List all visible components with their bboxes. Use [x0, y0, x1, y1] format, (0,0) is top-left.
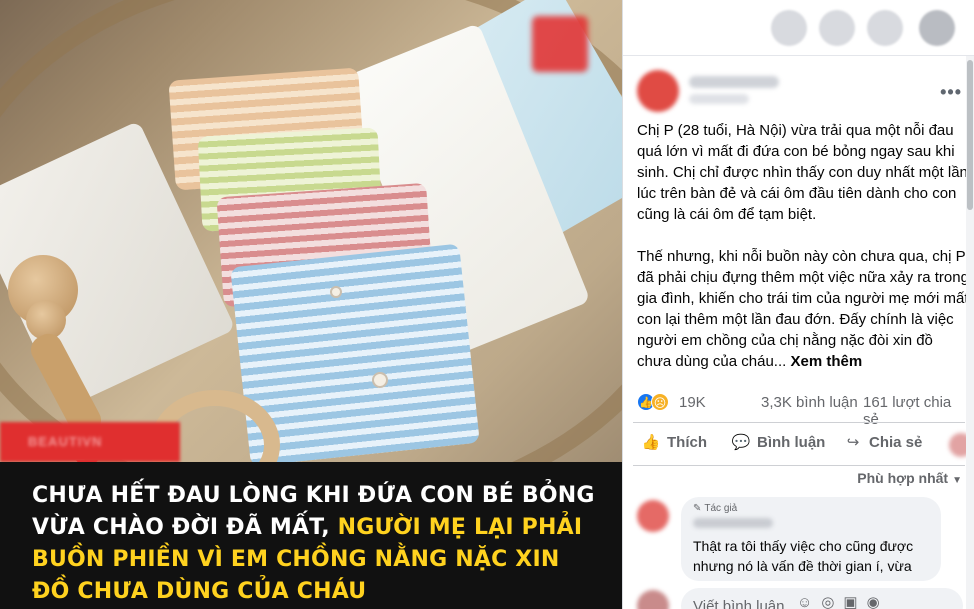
reaction-count[interactable]: 19K — [679, 394, 706, 411]
caret-down-icon: ▼ — [952, 475, 962, 486]
post-paragraph-text: Thế nhưng, khi nỗi buồn này còn chưa qua… — [637, 248, 969, 370]
commenter-name[interactable] — [693, 518, 773, 528]
see-more-link[interactable]: Xem thêm — [790, 353, 862, 370]
author-name[interactable] — [689, 76, 779, 88]
headline-banner: Chưa hết đau lòng khi đứa con bé bỏng vừ… — [0, 462, 622, 609]
emoji-icon[interactable]: ☺ — [797, 594, 821, 609]
author-badge-label: Tác giả — [704, 503, 738, 514]
camera-icon[interactable]: ◎ — [821, 594, 843, 609]
commenter-avatar[interactable] — [637, 500, 669, 532]
sort-label: Phù hợp nhất — [857, 470, 949, 486]
share-arrow-icon: ↪ — [846, 434, 860, 451]
sticker-icon[interactable]: ◉ — [867, 594, 889, 609]
headline-text: Chưa hết đau lòng khi đứa con bé bỏng vừ… — [32, 480, 602, 608]
sad-icon: ☹ — [651, 393, 669, 411]
scrollbar[interactable] — [966, 56, 974, 609]
nav-button[interactable] — [771, 10, 807, 46]
gif-icon[interactable]: ▣ — [843, 594, 866, 609]
onesie-button — [372, 372, 388, 388]
current-user-avatar — [637, 590, 669, 609]
brand-badge: BEAUTIVN — [0, 422, 180, 462]
nav-button[interactable] — [867, 10, 903, 46]
comment-text: Thật ra tôi thấy việc cho cũng được nhưn… — [693, 538, 914, 574]
author-avatar[interactable] — [637, 70, 679, 112]
post-details-panel: ••• Chị P (28 tuổi, Hà Nội) vừa trải qua… — [622, 0, 974, 609]
comment-composer: ☺◎▣◉ — [637, 588, 967, 609]
speech-bubble-icon: 💬 — [731, 434, 751, 451]
composer-tools: ☺◎▣◉ — [797, 593, 889, 609]
post-paragraph: Chị P (28 tuổi, Hà Nội) vừa trải qua một… — [637, 122, 968, 223]
scrollbar-thumb[interactable] — [967, 60, 973, 210]
onesie-button — [330, 286, 342, 298]
post-paragraph: Thế nhưng, khi nỗi buồn này còn chưa qua… — [637, 246, 969, 372]
brand-badge-text: BEAUTIVN — [28, 434, 103, 449]
comment-bubble: ✎ Tác giả Thật ra tôi thấy việc cho cũng … — [681, 497, 941, 581]
profile-avatar[interactable] — [919, 10, 955, 46]
comment-button[interactable]: 💬 Bình luận — [731, 433, 826, 451]
author-badge: ✎ Tác giả — [693, 503, 929, 514]
thumbs-up-icon: 👍 — [641, 434, 661, 451]
watermark-logo — [532, 16, 588, 72]
like-button[interactable]: 👍 Thích — [641, 433, 707, 451]
share-button[interactable]: ↪ Chia sẻ — [843, 433, 923, 451]
pencil-icon: ✎ — [693, 503, 702, 514]
comment-count[interactable]: 3,3K bình luận — [761, 394, 858, 411]
post-text: Chị P (28 tuổi, Hà Nội) vừa trải qua một… — [637, 120, 969, 393]
share-label: Chia sẻ — [869, 434, 923, 451]
like-label: Thích — [667, 434, 707, 451]
post-timestamp[interactable] — [689, 94, 749, 104]
reaction-summary[interactable]: 👍 ☹ 19K 3,3K bình luận 161 lượt chia sẻ — [637, 392, 967, 428]
top-bar — [623, 0, 974, 56]
comment-sort-dropdown[interactable]: Phù hợp nhất ▼ — [857, 470, 962, 486]
more-options-button[interactable]: ••• — [940, 82, 962, 103]
nav-button[interactable] — [819, 10, 855, 46]
comment-label: Bình luận — [757, 434, 826, 451]
post-photo[interactable]: BEAUTIVN Chưa hết đau lòng khi đứa con b… — [0, 0, 622, 609]
action-bar: 👍 Thích 💬 Bình luận ↪ Chia sẻ — [633, 422, 973, 466]
